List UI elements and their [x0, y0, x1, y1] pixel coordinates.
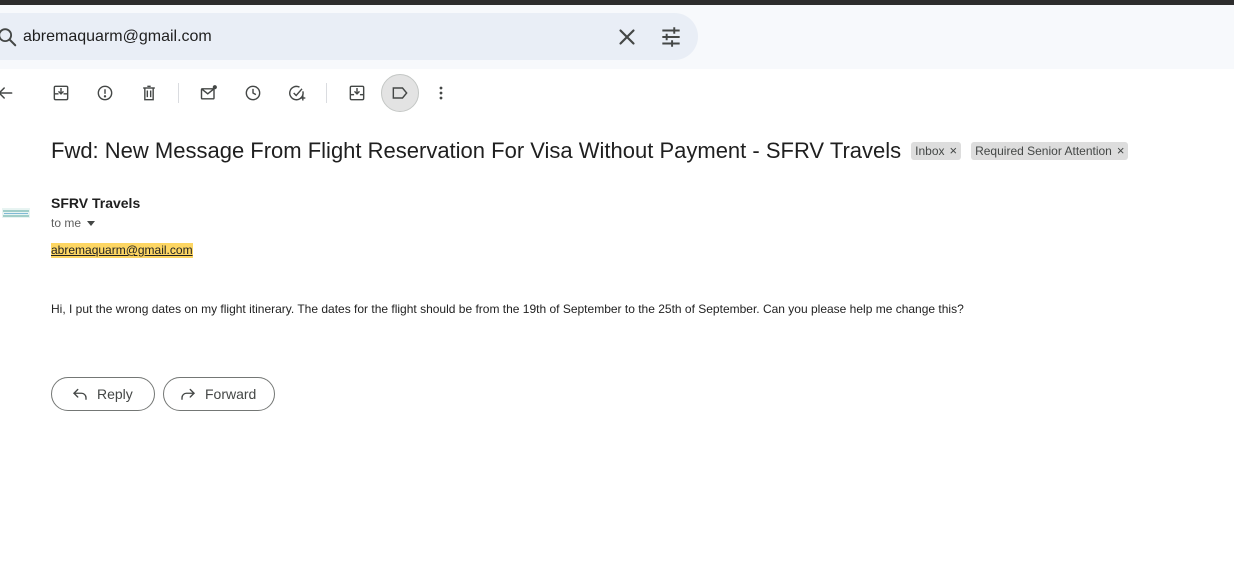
search-input[interactable]: abremaquarm@gmail.com: [23, 26, 212, 48]
message-body: Hi, I put the wrong dates on my flight i…: [51, 302, 964, 316]
tune-icon[interactable]: [658, 24, 684, 50]
label-icon: [392, 87, 408, 99]
archive-icon: [53, 85, 69, 101]
forward-icon: [181, 388, 195, 400]
label-chip-text: Required Senior Attention: [975, 144, 1112, 158]
forward-label: Forward: [205, 386, 257, 402]
archive-button[interactable]: [42, 74, 80, 112]
recipient-details-toggle[interactable]: to me: [51, 216, 96, 230]
reply-button[interactable]: Reply: [51, 377, 155, 411]
more-vert-icon: [439, 86, 443, 100]
move-to-inbox-icon: [349, 85, 365, 101]
report-icon: [97, 85, 113, 101]
remove-label-button[interactable]: ×: [950, 142, 958, 160]
move-to-button[interactable]: [338, 74, 376, 112]
label-chip-inbox: Inbox ×: [911, 142, 962, 160]
label-chip-required-senior-attention: Required Senior Attention ×: [971, 142, 1129, 160]
reply-icon: [73, 388, 87, 400]
add-task-icon: [289, 85, 306, 101]
close-icon[interactable]: [614, 24, 640, 50]
reply-label: Reply: [97, 386, 133, 402]
message-toolbar: [0, 74, 600, 112]
arrow-back-icon: [0, 87, 13, 99]
labels-button[interactable]: [381, 74, 419, 112]
delete-button[interactable]: [130, 74, 168, 112]
toolbar-divider: [326, 83, 327, 103]
toolbar-divider: [178, 83, 179, 103]
email-address-link[interactable]: abremaquarm@gmail.com: [51, 243, 193, 258]
sender-name: SFRV Travels: [51, 195, 141, 211]
trash-icon: [143, 85, 155, 101]
add-to-tasks-button[interactable]: [278, 74, 316, 112]
more-button[interactable]: [422, 74, 460, 112]
mark-unread-icon: [200, 85, 217, 100]
email-subject: Fwd: New Message From Flight Reservation…: [51, 138, 902, 163]
subject-row: Fwd: New Message From Flight Reservation…: [51, 136, 1129, 166]
report-spam-button[interactable]: [86, 74, 124, 112]
remove-label-button[interactable]: ×: [1117, 142, 1125, 160]
recipient-text: to me: [51, 216, 82, 230]
sender-avatar[interactable]: [2, 206, 30, 218]
forward-button[interactable]: Forward: [163, 377, 275, 411]
clock-icon: [245, 85, 261, 101]
snooze-button[interactable]: [234, 74, 272, 112]
mark-unread-button[interactable]: [190, 74, 228, 112]
label-chip-text: Inbox: [915, 144, 945, 158]
back-button[interactable]: [0, 74, 24, 112]
search-bar[interactable]: abremaquarm@gmail.com: [0, 13, 698, 60]
chevron-down-icon: [87, 220, 96, 226]
search-icon[interactable]: [0, 26, 18, 48]
